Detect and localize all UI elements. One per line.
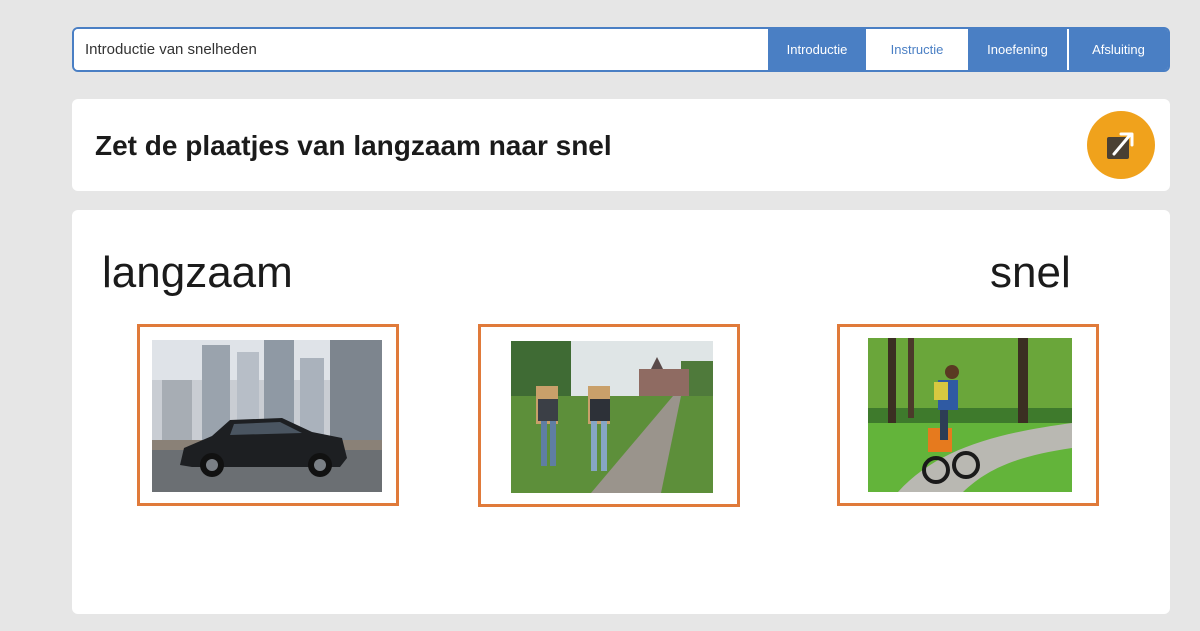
draggable-card-walking[interactable] xyxy=(478,324,740,507)
label-slow: langzaam xyxy=(102,248,293,297)
top-navigation-bar: Introductie van snelheden Introductie In… xyxy=(72,27,1170,72)
instruction-panel: Zet de plaatjes van langzaam naar snel xyxy=(72,99,1170,191)
draggable-card-cycling[interactable] xyxy=(837,324,1099,506)
tab-inoefening[interactable]: Inoefening xyxy=(968,29,1067,70)
car-image xyxy=(152,340,382,492)
tab-afsluiting[interactable]: Afsluiting xyxy=(1067,29,1168,70)
lesson-title: Introductie van snelheden xyxy=(74,29,768,70)
cycling-image xyxy=(868,338,1072,492)
sorting-workspace: langzaam snel xyxy=(72,210,1170,614)
instruction-text: Zet de plaatjes van langzaam naar snel xyxy=(95,130,612,161)
external-link-icon xyxy=(1107,132,1134,159)
tab-introductie[interactable]: Introductie xyxy=(768,29,866,70)
label-fast: snel xyxy=(990,248,1071,297)
draggable-card-car[interactable] xyxy=(137,324,399,506)
phase-tabs: Introductie Instructie Inoefening Afslui… xyxy=(768,29,1168,70)
walking-image xyxy=(511,341,713,493)
tab-instructie[interactable]: Instructie xyxy=(866,29,968,70)
open-exercise-button[interactable] xyxy=(1087,111,1155,179)
